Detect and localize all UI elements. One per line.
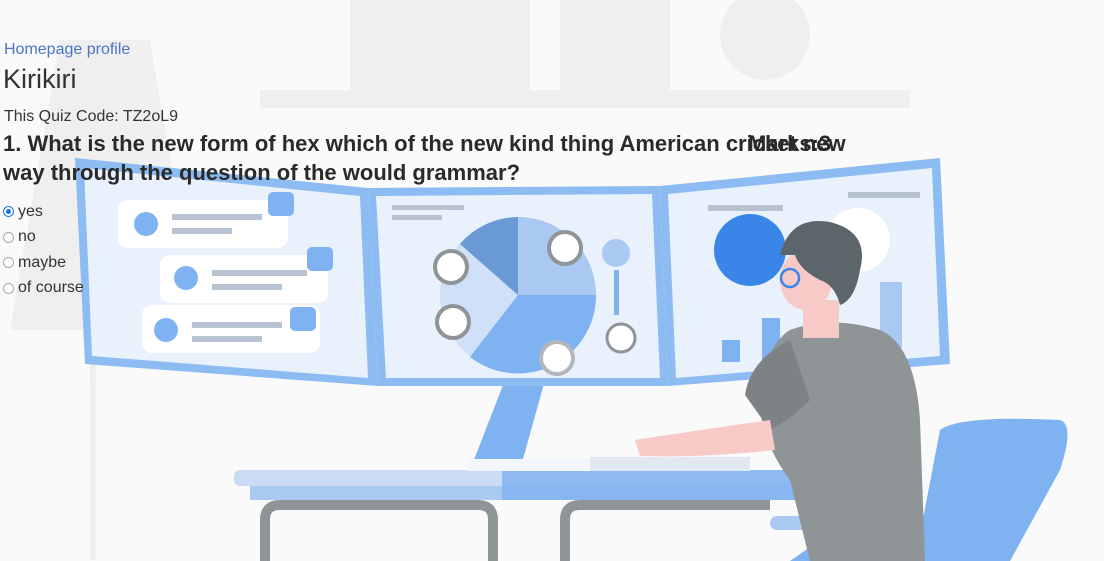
homepage-profile-link[interactable]: Homepage profile [4,41,130,59]
quiz-code-label: This Quiz Code: [4,108,123,125]
option-of-course[interactable]: of course [3,276,84,302]
quiz-code-row: This Quiz Code: TZ2oL9 [4,108,178,126]
question-body: What is the new form of hex which of the… [3,131,846,185]
radio-yes[interactable] [3,206,14,218]
answer-options: yes no maybe of course [3,199,84,301]
quiz-code-value: TZ2oL9 [122,108,179,125]
question-marks: Marks:3 [748,131,832,156]
quiz-title: Kirikiri [3,64,77,94]
option-yes[interactable]: yes [3,199,84,225]
radio-no[interactable] [3,231,14,243]
question-number: 1. [3,131,28,156]
option-label: no [18,228,36,246]
option-label: of course [18,279,84,297]
question-text: 1. What is the new form of hex which of … [3,129,863,187]
background-illustration [10,0,1068,561]
option-no[interactable]: no [3,225,84,251]
option-label: yes [18,202,43,220]
radio-maybe[interactable] [3,257,14,269]
option-maybe[interactable]: maybe [3,250,84,276]
option-label: maybe [18,253,67,271]
radio-of-course[interactable] [3,282,14,294]
